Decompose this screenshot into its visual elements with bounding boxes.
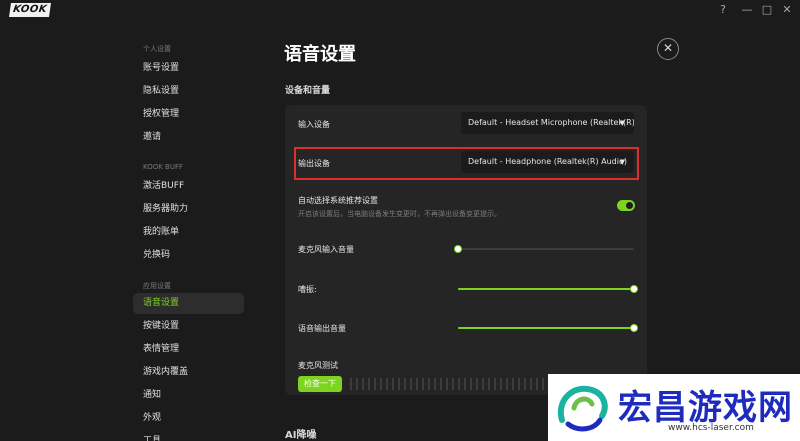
mic-test-button[interactable]: 检查一下	[298, 376, 342, 392]
output-device-label: 输出设备	[298, 159, 330, 168]
watermark-logo-icon	[557, 385, 608, 432]
meter-bar	[530, 378, 532, 390]
meter-bar	[446, 378, 448, 390]
minimize-icon[interactable]: —	[740, 3, 754, 17]
help-icon[interactable]: ?	[716, 3, 730, 17]
auto-select-description: 开启该设置后，当电脑设备发生变更时，不再弹出设备变更提示。	[298, 210, 501, 218]
sidebar-item-keybinds[interactable]: 按键设置	[133, 316, 244, 337]
meter-bar	[494, 378, 496, 390]
meter-bar	[350, 378, 352, 390]
meter-bar	[410, 378, 412, 390]
meter-bar	[452, 378, 454, 390]
output-device-select[interactable]: Default - Headphone (Realtek(R) Audio) ▼	[461, 151, 634, 173]
sidebar-item-game-overlay[interactable]: 游戏内覆盖	[133, 362, 244, 383]
sidebar-section-title: KOOK BUFF	[143, 163, 184, 171]
slider-fill	[458, 288, 634, 290]
input-device-select[interactable]: Default - Headset Microphone (Realtek(R)…	[461, 112, 634, 134]
sidebar-item-account[interactable]: 账号设置	[133, 58, 244, 79]
page-title: 语音设置	[284, 44, 356, 65]
close-settings-button[interactable]: ✕	[657, 38, 679, 60]
meter-bar	[476, 378, 478, 390]
meter-bar	[362, 378, 364, 390]
mic-volume-slider[interactable]	[454, 245, 634, 253]
ai-denoise-section-title: AI降噪	[285, 430, 317, 441]
sensitivity-slider[interactable]	[458, 285, 638, 293]
output-device-value: Default - Headphone (Realtek(R) Audio)	[468, 157, 627, 166]
meter-bar	[386, 378, 388, 390]
sidebar-item-emoji[interactable]: 表情管理	[133, 339, 244, 360]
toggle-knob	[626, 202, 633, 209]
kook-logo: KOOK	[9, 3, 51, 17]
watermark-url: www.hcs-laser.com	[668, 423, 754, 433]
meter-bar	[518, 378, 520, 390]
meter-bar	[440, 378, 442, 390]
meter-bar	[464, 378, 466, 390]
sidebar-item-notifications[interactable]: 通知	[133, 385, 244, 406]
meter-bar	[356, 378, 358, 390]
meter-bar	[512, 378, 514, 390]
slider-handle[interactable]	[630, 285, 638, 293]
sidebar-item-appearance[interactable]: 外观	[133, 408, 244, 429]
meter-bar	[482, 378, 484, 390]
watermark-title: 宏昌游戏网	[618, 388, 793, 428]
sidebar-item-activate-buff[interactable]: 激活BUFF	[133, 176, 244, 197]
sidebar-item-server-boost[interactable]: 服务器助力	[133, 199, 244, 220]
input-device-value: Default - Headset Microphone (Realtek(R)…	[468, 118, 634, 127]
slider-handle[interactable]	[454, 245, 462, 253]
slider-handle[interactable]	[630, 324, 638, 332]
meter-bar	[380, 378, 382, 390]
sidebar-item-voice-settings[interactable]: 语音设置	[133, 293, 244, 314]
meter-bar	[404, 378, 406, 390]
mic-test-label: 麦克风测试	[298, 361, 338, 370]
sidebar-item-invite[interactable]: 邀请	[133, 127, 244, 148]
title-bar: KOOK ? — □ ✕	[0, 0, 800, 22]
meter-bar	[536, 378, 538, 390]
sensitivity-label: 嘈振:	[298, 285, 317, 294]
mic-level-meter	[350, 378, 550, 390]
slider-fill	[458, 327, 634, 329]
meter-bar	[458, 378, 460, 390]
dropdown-arrow-icon: ▼	[619, 158, 625, 166]
devices-section-title: 设备和音量	[285, 86, 331, 96]
sidebar-section-title: 个人设置	[143, 45, 171, 53]
maximize-icon[interactable]: □	[760, 3, 774, 17]
sidebar-item-my-bills[interactable]: 我的账单	[133, 222, 244, 243]
meter-bar	[524, 378, 526, 390]
watermark-banner: 宏昌游戏网 www.hcs-laser.com	[548, 374, 800, 441]
mic-volume-label: 麦克风输入音量	[298, 245, 354, 254]
meter-bar	[422, 378, 424, 390]
meter-bar	[428, 378, 430, 390]
input-device-label: 输入设备	[298, 120, 330, 129]
meter-bar	[416, 378, 418, 390]
meter-bar	[500, 378, 502, 390]
window-close-icon[interactable]: ✕	[780, 3, 794, 17]
sidebar-item-privacy[interactable]: 隐私设置	[133, 81, 244, 102]
auto-select-label: 自动选择系统推荐设置	[298, 196, 378, 205]
output-volume-label: 语音输出音量	[298, 324, 346, 333]
sidebar-item-tools[interactable]: 工具	[133, 431, 244, 441]
output-volume-slider[interactable]	[458, 324, 638, 332]
meter-bar	[398, 378, 400, 390]
meter-bar	[374, 378, 376, 390]
meter-bar	[542, 378, 544, 390]
sidebar-item-redeem-code[interactable]: 兑换码	[133, 245, 244, 266]
meter-bar	[470, 378, 472, 390]
dropdown-arrow-icon: ▼	[619, 119, 625, 127]
meter-bar	[506, 378, 508, 390]
sidebar-section-title: 应用设置	[143, 282, 171, 290]
auto-select-toggle[interactable]	[617, 200, 635, 211]
meter-bar	[392, 378, 394, 390]
sidebar-item-authorization[interactable]: 授权管理	[133, 104, 244, 125]
meter-bar	[434, 378, 436, 390]
meter-bar	[368, 378, 370, 390]
meter-bar	[488, 378, 490, 390]
